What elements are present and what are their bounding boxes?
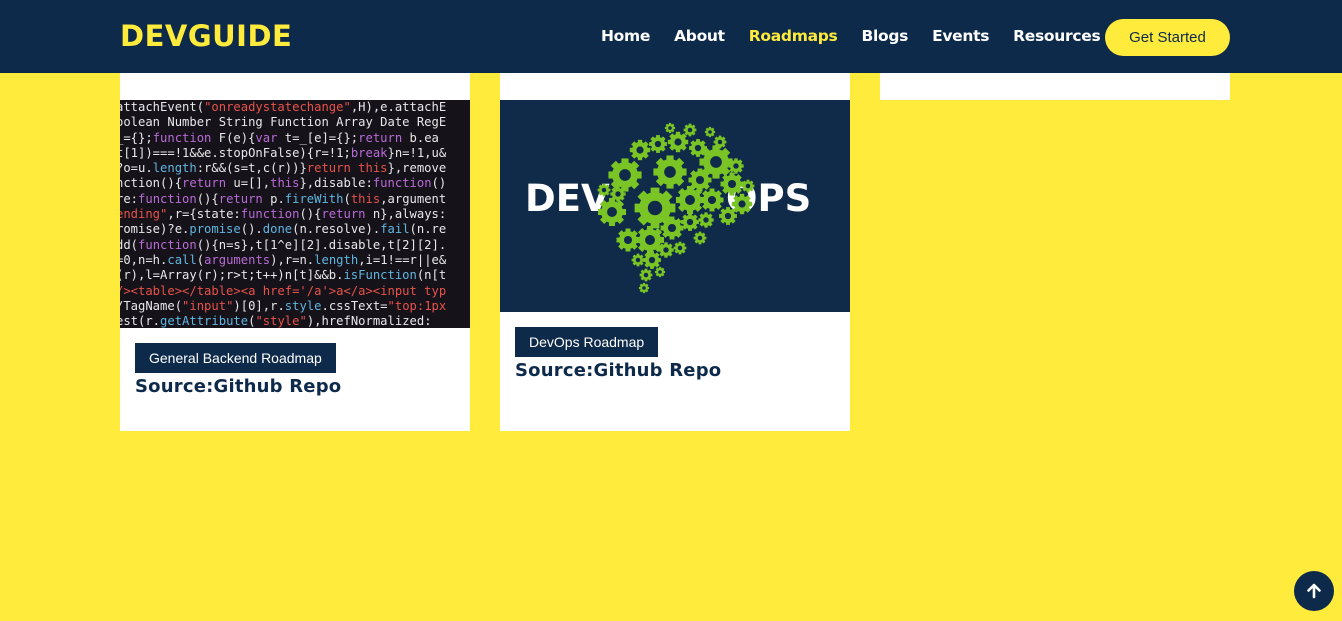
main-nav: Home About Roadmaps Blogs Events Resourc… [601, 27, 1140, 45]
site-logo[interactable]: DEVGUIDE [120, 19, 292, 53]
code-line: oolean Number String Function Array Date… [120, 115, 447, 130]
roadmap-card-devops[interactable]: DEV OPS DevOps Roadmap Source:Github Rep… [500, 60, 850, 431]
code-line: romise)?e.promise().done(n.resolve).fail… [120, 222, 447, 237]
nav-blogs[interactable]: Blogs [861, 27, 908, 45]
code-line: /><table></table><a href='/a'>a</a><inpu… [120, 283, 447, 298]
card-tag[interactable]: DevOps Roadmap [515, 327, 659, 357]
code-line: (r),l=Array(r);r>t;t++)n[t]&&b.isFunctio… [120, 268, 447, 283]
get-started-button[interactable]: Get Started [1105, 19, 1230, 56]
roadmap-card-backend[interactable]: attachEvent("onreadystatechange",H),e.at… [120, 60, 470, 431]
nav-events[interactable]: Events [932, 27, 989, 45]
scroll-to-top-button[interactable] [1294, 571, 1334, 611]
code-line: est(r.getAttribute("style"),hrefNormaliz… [120, 314, 432, 328]
nav-roadmaps[interactable]: Roadmaps [749, 27, 838, 45]
code-line: _={};function F(e){var t=_[e]={};return … [120, 130, 439, 145]
site-header: DEVGUIDE Home About Roadmaps Blogs Event… [0, 0, 1342, 73]
nav-home[interactable]: Home [601, 27, 650, 45]
nav-about[interactable]: About [674, 27, 725, 45]
code-line: attachEvent("onreadystatechange",H),e.at… [120, 100, 447, 114]
code-line: ending",r={state:function(){return n},al… [120, 207, 447, 222]
code-line: nction(){return u=[],this},disable:funct… [120, 176, 447, 191]
code-line: re:function(){return p.fireWith(this,arg… [120, 191, 447, 206]
code-line: /TagName("input")[0],r.style.cssText="to… [120, 298, 447, 313]
arrow-up-icon [1307, 583, 1321, 599]
code-line: dd(function(){n=s},t[1^e][2].disable,t[2… [120, 237, 447, 252]
code-line: =0,n=h.call(arguments),r=n.length,i=1!==… [120, 252, 447, 267]
devops-logo-text-left: DEV [525, 177, 610, 220]
devops-logo-image: DEV OPS [500, 100, 850, 312]
card-source-link[interactable]: Source:Github Repo [135, 376, 341, 397]
nav-resources[interactable]: Resources [1013, 27, 1116, 45]
card-tag[interactable]: General Backend Roadmap [135, 343, 336, 373]
code-screenshot-image: attachEvent("onreadystatechange",H),e.at… [120, 100, 470, 328]
code-line: t[1])===!1&&e.stopOnFalse){r=!1;break}n=… [120, 145, 447, 160]
nav-resources-label: Resources [1013, 27, 1101, 45]
code-line: ?o=u.length:r&&(s=t,c(r))}return this},r… [120, 161, 447, 176]
card-source-link[interactable]: Source:Github Repo [515, 360, 721, 381]
